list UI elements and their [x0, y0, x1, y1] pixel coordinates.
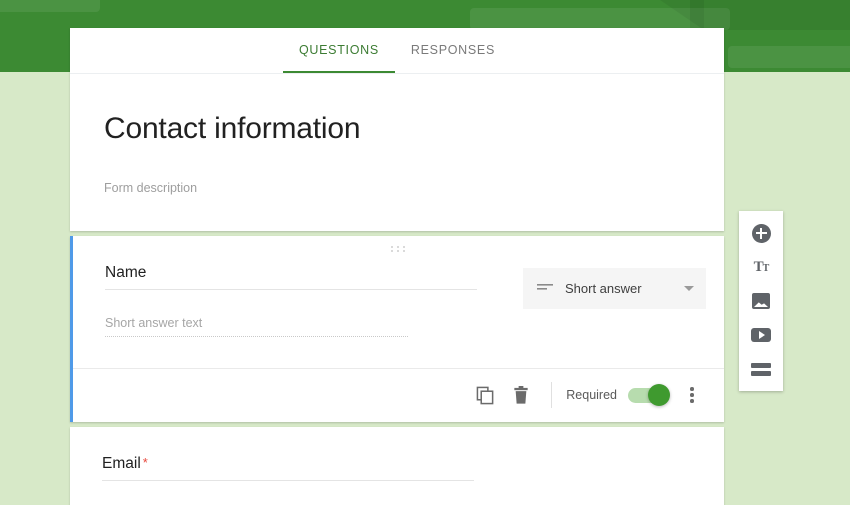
google-forms-editor: QUESTIONS RESPONSES Contact information … [0, 0, 850, 505]
banner-shape [728, 46, 850, 68]
question-title-input[interactable]: Email * [102, 455, 474, 481]
tab-questions-label: QUESTIONS [298, 43, 379, 57]
required-asterisk: * [142, 454, 148, 470]
question-spacer [73, 337, 724, 368]
form-header-card: QUESTIONS RESPONSES Contact information … [70, 28, 724, 231]
question-action-bar: Required [73, 369, 724, 422]
banner-shape [690, 0, 850, 30]
question-right: Short answer [523, 264, 706, 337]
section-icon [751, 362, 771, 376]
question-body: Email* Short answer text [70, 427, 724, 505]
add-item-button[interactable] [741, 221, 781, 245]
question-left: Name Short answer text [105, 264, 523, 337]
toggle-knob [648, 383, 670, 406]
question-title-text: Email [102, 454, 141, 472]
duplicate-icon [476, 386, 494, 404]
banner-shape [660, 0, 704, 30]
banner-shape [0, 0, 100, 12]
video-icon [751, 328, 771, 342]
question-title-input[interactable]: Name [105, 264, 477, 290]
required-label: Required [566, 388, 617, 402]
answer-placeholder: Short answer text [105, 316, 408, 337]
tab-questions[interactable]: QUESTIONS [282, 27, 395, 73]
question-more-button[interactable] [674, 377, 710, 413]
chevron-down-icon [684, 285, 694, 291]
plus-circle-icon [751, 223, 771, 243]
add-item-toolbar: TT [739, 211, 783, 391]
form-sheet: QUESTIONS RESPONSES Contact information … [70, 28, 724, 505]
action-divider [551, 382, 553, 408]
tab-responses[interactable]: RESPONSES [395, 27, 511, 73]
add-image-button[interactable] [741, 289, 781, 313]
short-answer-lines-icon [537, 279, 553, 297]
form-title[interactable]: Contact information [104, 112, 690, 147]
trash-icon [514, 385, 528, 404]
question-card-name[interactable]: Name Short answer text Short answer Requ… [70, 235, 724, 422]
image-icon [752, 293, 770, 309]
form-header: Contact information Form description [70, 74, 724, 231]
question-type-select[interactable]: Short answer [523, 267, 706, 309]
question-type-label: Short answer [565, 280, 642, 296]
question-card-email[interactable]: Email* Short answer text [70, 426, 724, 505]
drag-dots-icon [390, 245, 407, 252]
add-title-button[interactable]: TT [741, 255, 781, 279]
title-text-icon: TT [753, 258, 770, 275]
delete-question-button[interactable] [503, 377, 539, 413]
drag-handle[interactable] [73, 245, 724, 252]
add-video-button[interactable] [741, 323, 781, 347]
duplicate-question-button[interactable] [467, 377, 503, 413]
more-vertical-icon [690, 387, 694, 403]
add-section-button[interactable] [741, 357, 781, 381]
required-toggle[interactable] [628, 383, 670, 406]
form-description-input[interactable]: Form description [104, 181, 690, 195]
tab-bar: QUESTIONS RESPONSES [70, 28, 724, 74]
tab-responses-label: RESPONSES [410, 43, 496, 57]
